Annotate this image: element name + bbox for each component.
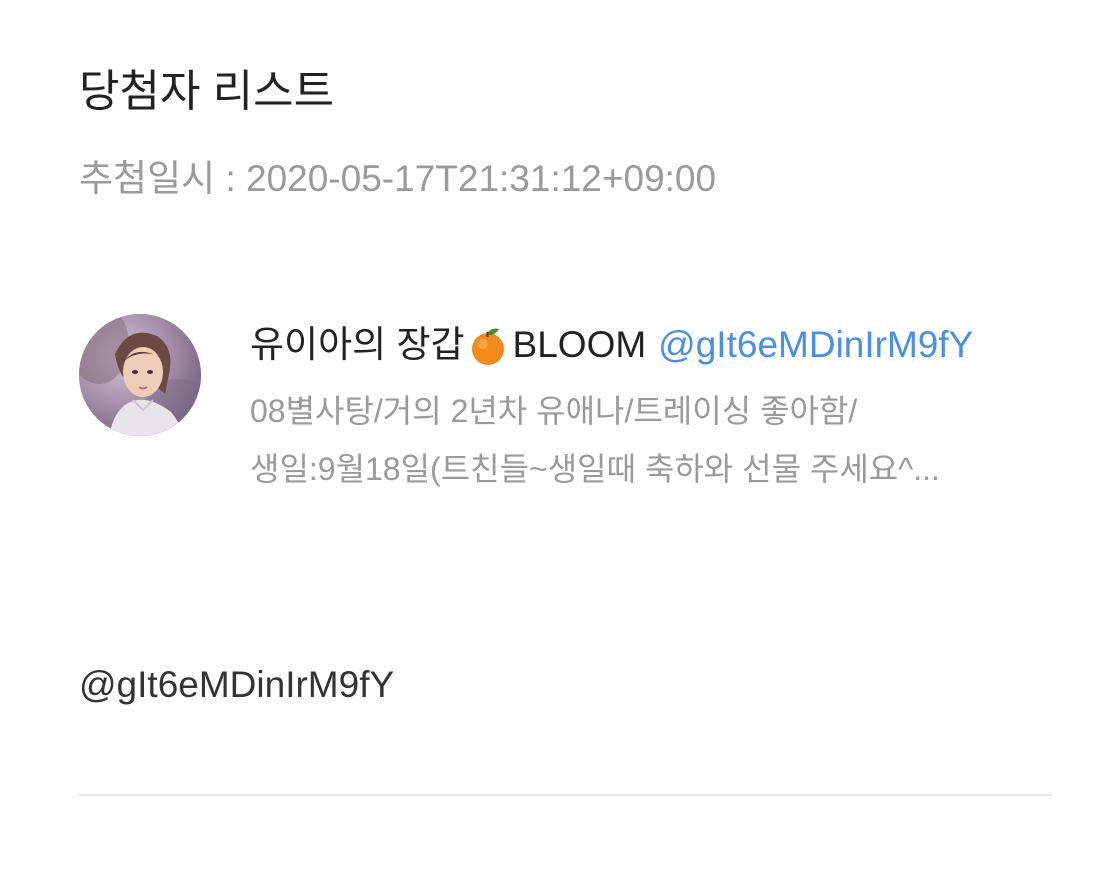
winner-name-suffix: BLOOM bbox=[512, 324, 647, 365]
winner-bio: 08별사탕/거의 2년차 유애나/트레이싱 좋아함/ 생일:9월18일(트친들~… bbox=[250, 382, 1055, 498]
winner-handle-link[interactable]: @gIt6eMDinIrM9fY bbox=[658, 314, 973, 376]
divider bbox=[79, 794, 1052, 796]
avatar[interactable] bbox=[79, 314, 201, 436]
bio-line-2: 생일:9월18일(트친들~생일때 축하와 선물 주세요^... bbox=[250, 451, 940, 487]
bio-line-1: 08별사탕/거의 2년차 유애나/트레이싱 좋아함/ bbox=[250, 393, 858, 429]
page-title: 당첨자 리스트 bbox=[79, 67, 335, 116]
winner-info: 유이아의 장갑 BLOOM @gIt6eMDinIrM9fY 08별사탕/거의 … bbox=[250, 314, 1055, 498]
avatar-illustration bbox=[79, 314, 201, 436]
winner-id-text: @gIt6eMDinIrM9fY bbox=[79, 664, 395, 705]
winner-card[interactable]: 유이아의 장갑 BLOOM @gIt6eMDinIrM9fY 08별사탕/거의 … bbox=[79, 314, 1054, 494]
draw-timestamp: 추첨일시 : 2020-05-17T21:31:12+09:00 bbox=[79, 158, 717, 199]
winner-name-row[interactable]: 유이아의 장갑 BLOOM @gIt6eMDinIrM9fY bbox=[250, 314, 1055, 376]
winner-display-name: 유이아의 장갑 bbox=[250, 324, 465, 365]
orange-emoji-icon bbox=[467, 324, 509, 366]
